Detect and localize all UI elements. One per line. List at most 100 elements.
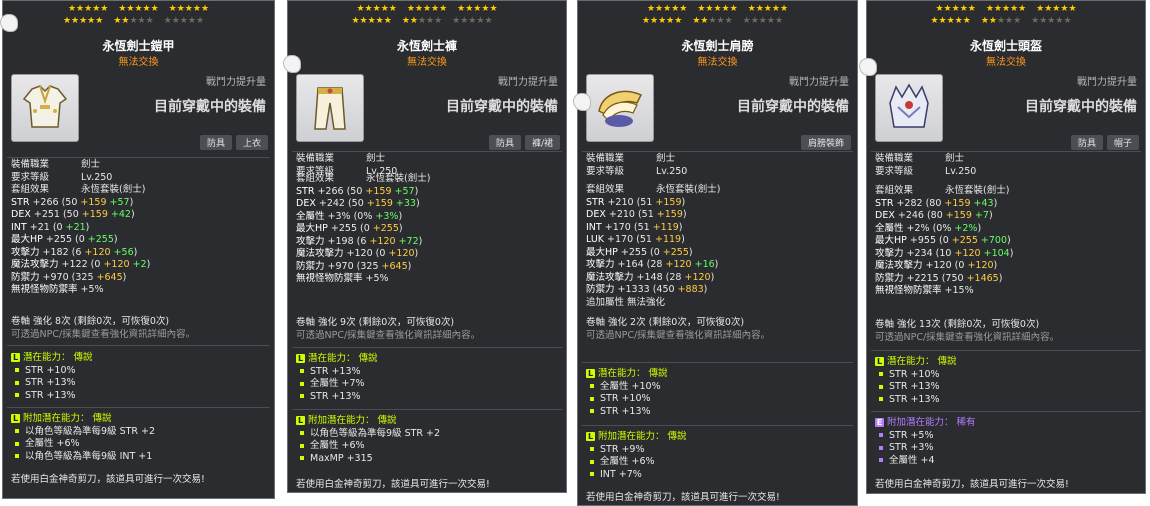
stat-line: 最大HP +255 (0 +255) — [586, 247, 851, 260]
divider — [582, 362, 853, 363]
stat-total: +120 — [346, 248, 373, 259]
stat-total: +21 — [29, 221, 50, 233]
category-tag: 防具 — [199, 135, 232, 150]
stat-line: DEX +251 (50 +159 +42) — [11, 209, 268, 222]
item-category-tags: 防具 上衣 — [196, 135, 268, 150]
set-value: 永恆套裝(劍士) — [945, 185, 1010, 196]
stat-total: +970 — [327, 260, 354, 272]
potential-value: 全屬性 +7% — [310, 378, 365, 389]
stat-total: +3% — [327, 210, 351, 222]
scroll-note: 可透過NPC/採集鍵查看強化資訊詳細內容。 — [296, 329, 481, 341]
divider — [7, 157, 270, 158]
stat-close: ) — [714, 259, 719, 270]
potential-header: L 潛在能力： 傳說 — [296, 353, 560, 366]
bullet-icon — [590, 409, 594, 413]
stat-name: 攻擊力 — [296, 235, 325, 247]
category-tag: 防具 — [488, 135, 521, 150]
stat-base: (6 — [353, 235, 367, 247]
stat-base: (325 — [68, 271, 94, 283]
stat-line: DEX +210 (51 +159) — [586, 209, 851, 222]
divider — [292, 347, 562, 348]
stat-base: (51 — [633, 234, 652, 245]
bullet-icon — [590, 447, 594, 451]
stat-name: 防禦力 — [875, 272, 904, 284]
additional-potential-value: 全屬性 +6% — [310, 440, 365, 451]
star-force-stars: ★★★★★ ★★★★★ ★★★★★ ★★★★★ ★★★★★ ★★★★★ — [3, 3, 274, 27]
stat-name: INT — [11, 221, 27, 233]
additional-potential-value: INT +7% — [600, 468, 642, 480]
stat-bonus-green: +72 — [395, 235, 419, 247]
combat-power-label: 戰鬥力提升量 — [206, 77, 266, 88]
stat-bonus-yellow: +120 — [951, 247, 981, 259]
star-group: ★★★★★ — [980, 16, 1022, 26]
additional-potential-header: L 附加潛在能力： 傳說 — [11, 413, 268, 426]
stat-bonus-yellow: +883 — [674, 284, 704, 295]
stat-close: ) — [414, 185, 419, 197]
potential-line: STR +13% — [11, 390, 268, 403]
potential-header: L 潛在能力： 傳說 — [11, 352, 268, 365]
set-row: 套組效果 永恆套裝(劍士) — [875, 185, 1139, 198]
additional-potential-line: 以角色等級為準每9級 STR +2 — [296, 428, 560, 441]
stat-line: 防禦力 +1333 (450 +883) — [586, 284, 851, 297]
stat-line: 攻擊力 +234 (10 +120 +104) — [875, 248, 1139, 261]
additional-potential-header: L 附加潛在能力： 傳說 — [296, 415, 560, 428]
star-group: ★★★★★ — [62, 16, 104, 26]
stat-total: +148 — [636, 271, 663, 283]
level-value: Lv.250 — [81, 171, 113, 183]
stat-bonus-yellow: +120 — [100, 259, 130, 270]
stat-total: +2% — [906, 222, 930, 234]
item-icon-box — [586, 74, 654, 142]
rare-badge-icon: E — [875, 418, 884, 427]
potential-label: 潛在能力： — [23, 352, 71, 363]
job-value: 劍士 — [81, 159, 101, 170]
item-category-tags: 肩膀裝飾 — [797, 135, 851, 150]
star-group: ★★★★★ — [1036, 4, 1077, 14]
star-force-stars: ★★★★★ ★★★★★ ★★★★★ ★★★★★ ★★★★★ ★★★★★ — [578, 3, 857, 27]
stat-close: ) — [710, 271, 715, 283]
additional-potential-block: L 附加潛在能力： 傳說 STR +9% 全屬性 +6% INT +7% — [586, 429, 851, 481]
stat-base: (0 — [647, 246, 660, 258]
stat-name: STR — [586, 196, 605, 208]
stat-bonus-yellow: +120 — [385, 248, 415, 259]
star-force-stars: ★★★★★ ★★★★★ ★★★★★ ★★★★★ ★★★★★ ★★★★★ — [288, 3, 566, 27]
additional-potential-line: STR +5% — [875, 430, 1139, 443]
stat-line: 魔法攻擊力 +122 (0 +120 +2) — [11, 259, 268, 272]
divider — [7, 345, 270, 346]
stat-name: 攻擊力 — [586, 259, 615, 270]
bullet-icon — [300, 431, 304, 435]
stat-close: ) — [977, 222, 982, 234]
stat-bonus-green: +700 — [977, 235, 1008, 246]
set-row: 套組效果 永恆套裝(劍士) — [11, 184, 268, 197]
item-name: 永恆劍士鎧甲 — [102, 39, 175, 53]
scroll-upgrade: 卷軸 強化 13次 (剩餘0次，可恢復0次) — [875, 319, 1040, 330]
stat-base: (50 — [58, 196, 78, 208]
stat-bonus-green: +33 — [392, 198, 416, 209]
stat-name: 最大HP — [11, 234, 43, 245]
stat-base: (50 — [344, 198, 364, 209]
stat-total: +122 — [61, 259, 88, 270]
potential-value: STR +10% — [600, 393, 651, 404]
stat-total: +15% — [944, 285, 974, 296]
stat-line: 最大HP +255 (0 +255) — [11, 234, 268, 247]
stat-close: ) — [1009, 247, 1014, 259]
stat-line: STR +282 (80 +159 +43) — [875, 198, 1139, 211]
potential-value: STR +13% — [889, 381, 940, 392]
star-group: ★★★★★ — [406, 4, 448, 14]
trade-status: 無法交換 — [697, 57, 738, 68]
star-group: ★★★★★ — [1031, 16, 1072, 26]
additional-potential-line: MaxMP +315 — [296, 453, 560, 466]
stat-close: ) — [113, 234, 118, 245]
stat-close: ) — [993, 260, 998, 271]
stat-name: 全屬性 — [296, 210, 325, 222]
stat-total: +170 — [607, 234, 634, 245]
potential-value: STR +10% — [889, 368, 940, 380]
stat-total: +170 — [604, 221, 631, 233]
set-value: 永恆套裝(劍士) — [81, 184, 146, 195]
stat-line: STR +210 (51 +159) — [586, 197, 851, 210]
potential-block: L 潛在能力： 傳說 全屬性 +10% STR +10% STR +13% — [586, 366, 851, 418]
potential-grade: 傳說 — [937, 356, 957, 367]
job-value: 劍士 — [945, 153, 965, 164]
level-row: 要求等級 Lv.250 — [875, 166, 1139, 179]
stats-block: 套組效果 永恆套裝(劍士) STR +266 (50 +159 +57) DEX +2… — [11, 184, 268, 297]
additional-potential-grade: 傳說 — [92, 413, 112, 424]
